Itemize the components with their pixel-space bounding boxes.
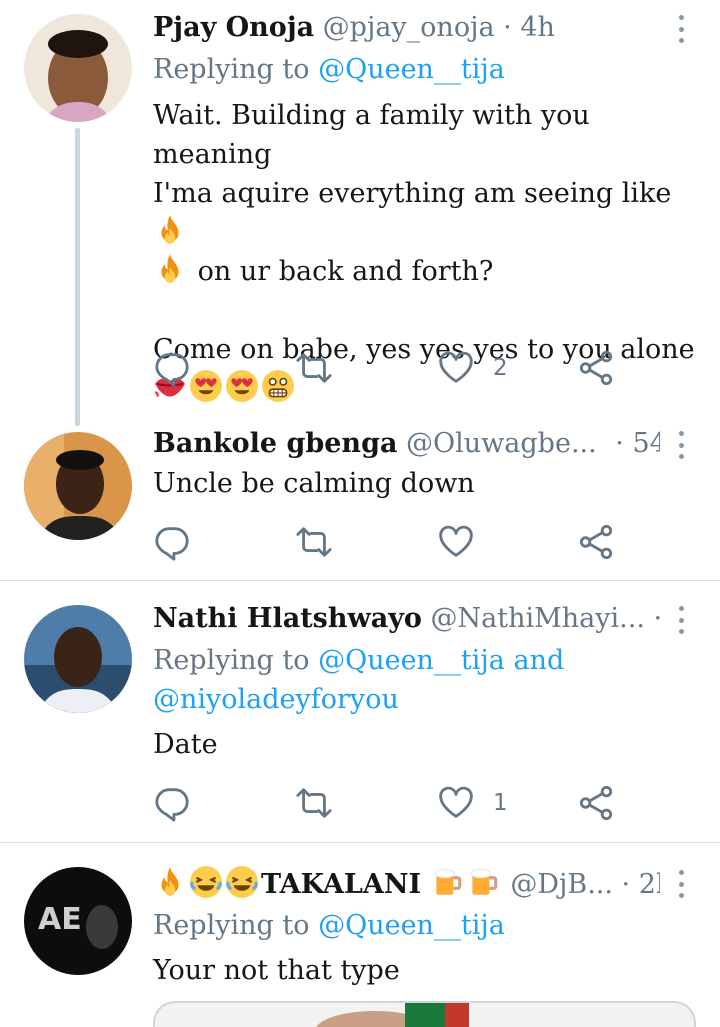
media-image <box>445 1003 469 1027</box>
reply-button[interactable] <box>153 783 191 823</box>
share-button[interactable] <box>577 783 615 823</box>
tweet-3[interactable]: Nathi Hlatshwayo @NathiMhayi... · 8h Rep… <box>0 581 720 841</box>
reply-icon <box>153 523 191 561</box>
laughing-emoji-icon <box>189 865 223 899</box>
media-card[interactable] <box>153 1001 696 1027</box>
heart-icon <box>437 349 475 387</box>
tweet-header: Bankole gbenga @Oluwagbe... · 54m <box>153 426 660 462</box>
thread-line <box>75 128 80 426</box>
tweet-header: TAKALANI @DjB... · 2h <box>153 865 660 901</box>
action-bar: 1 <box>153 783 623 823</box>
separator-dot: · <box>503 12 512 43</box>
avatar[interactable] <box>24 14 132 122</box>
like-count: 2 <box>493 355 508 381</box>
display-name[interactable]: Pjay Onoja <box>153 12 314 43</box>
reply-button[interactable] <box>153 522 191 562</box>
tweet-text: Date <box>153 725 698 764</box>
beer-emoji-icon <box>466 865 500 899</box>
retweet-icon <box>295 784 333 822</box>
user-handle[interactable]: @pjay_onoja <box>323 12 495 43</box>
tweet-2[interactable]: Bankole gbenga @Oluwagbe... · 54m Uncle … <box>0 420 720 580</box>
laughing-emoji-icon <box>225 865 259 899</box>
retweet-button[interactable] <box>295 783 333 823</box>
tweet-4[interactable]: AE TAKALANI @DjB... · 2h Replying to @Qu… <box>0 843 720 1027</box>
tweet-text-line: I'ma aquire everything am seeing like <box>153 174 698 252</box>
tweet-header: Nathi Hlatshwayo @NathiMhayi... · 8h <box>153 601 660 637</box>
tweet-header: Pjay Onoja @pjay_onoja · 4h <box>153 10 660 46</box>
timestamp[interactable]: 54m <box>632 428 660 459</box>
mention-link[interactable]: @Queen__tija <box>318 910 505 941</box>
display-name[interactable]: Bankole gbenga <box>153 428 397 459</box>
retweet-button[interactable] <box>295 522 333 562</box>
like-button[interactable]: 1 <box>437 783 508 823</box>
heart-icon <box>437 523 475 561</box>
replying-to: Replying to @Queen__tija <box>153 906 700 945</box>
more-vertical-icon[interactable] <box>676 15 686 43</box>
separator-dot: · <box>654 603 661 634</box>
tweet-text-line: on ur back and forth? <box>153 252 698 291</box>
more-vertical-icon[interactable] <box>676 606 686 634</box>
like-count: 1 <box>493 790 508 816</box>
fire-emoji-icon <box>153 252 187 286</box>
avatar[interactable]: AE <box>24 867 132 975</box>
display-name[interactable]: TAKALANI <box>261 869 421 900</box>
replying-and: and <box>504 645 565 676</box>
display-name[interactable]: Nathi Hlatshwayo <box>153 603 422 634</box>
share-icon <box>577 784 615 822</box>
user-handle[interactable]: @Oluwagbe... <box>406 428 597 459</box>
replying-prefix: Replying to <box>153 54 319 85</box>
replying-prefix: Replying to <box>153 645 319 676</box>
user-handle[interactable]: @NathiMhayi... <box>431 603 645 634</box>
mention-link[interactable]: @niyoladeyforyou <box>153 684 399 715</box>
tweet-text-line: Date <box>153 729 218 760</box>
media-image <box>405 1003 445 1027</box>
reply-icon <box>153 349 191 387</box>
user-handle[interactable]: @DjB... <box>510 869 613 900</box>
avatar[interactable] <box>24 432 132 540</box>
action-bar <box>153 522 623 562</box>
share-icon <box>577 349 615 387</box>
tweet-text: Uncle be calming down <box>153 464 698 503</box>
share-button[interactable] <box>577 522 615 562</box>
more-vertical-icon[interactable] <box>676 431 686 459</box>
action-bar: 2 <box>153 348 623 388</box>
retweet-icon <box>295 523 333 561</box>
share-button[interactable] <box>577 348 615 388</box>
svg-text:AE: AE <box>38 902 82 937</box>
fire-emoji-icon <box>153 213 187 247</box>
separator-dot: · <box>615 428 624 459</box>
reply-button[interactable] <box>153 348 191 388</box>
like-button[interactable] <box>437 522 475 562</box>
tweet-text-line: Uncle be calming down <box>153 468 475 499</box>
like-button[interactable]: 2 <box>437 348 508 388</box>
mention-link[interactable]: @Queen__tija <box>318 54 505 85</box>
avatar[interactable] <box>24 605 132 713</box>
timestamp[interactable]: 4h <box>520 12 555 43</box>
beer-emoji-icon <box>430 865 464 899</box>
replying-to: Replying to @Queen__tija <box>153 50 700 89</box>
share-icon <box>577 523 615 561</box>
fire-emoji-icon <box>153 865 187 899</box>
timestamp[interactable]: 2h <box>639 869 660 900</box>
reply-icon <box>153 784 191 822</box>
tweet-text-line: Wait. Building a family with you meaning <box>153 100 590 170</box>
retweet-icon <box>295 349 333 387</box>
retweet-button[interactable] <box>295 348 333 388</box>
replying-prefix: Replying to <box>153 910 319 941</box>
more-vertical-icon[interactable] <box>676 870 686 898</box>
separator-dot: · <box>621 869 631 900</box>
mention-link[interactable]: @Queen__tija <box>318 645 505 676</box>
heart-icon <box>437 784 475 822</box>
replying-to: Replying to @Queen__tija and @niyoladeyf… <box>153 641 700 719</box>
tweet-text-line: Your not that type <box>153 955 400 986</box>
tweet-text: Your not that type <box>153 951 698 990</box>
tweet-1[interactable]: Pjay Onoja @pjay_onoja · 4h Replying to … <box>0 0 720 426</box>
